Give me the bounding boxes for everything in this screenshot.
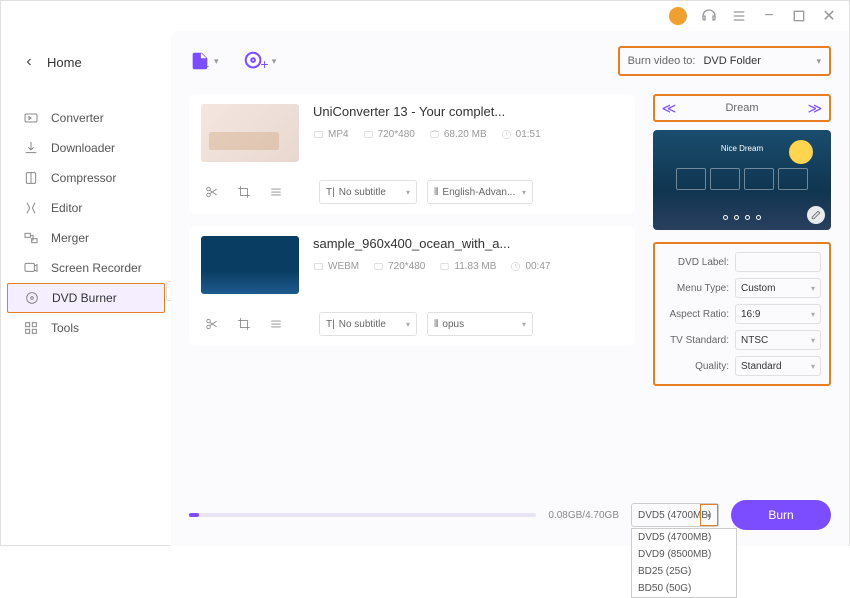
right-panel: ≪ Dream ≫ Nice Dream DVD Label: Menu Typ… <box>653 94 831 386</box>
svg-text:+: + <box>203 61 209 72</box>
menu-icon[interactable] <box>731 8 747 24</box>
prev-template-button[interactable]: ≪ <box>661 100 677 116</box>
dvd-label-input[interactable] <box>735 252 821 272</box>
sun-icon <box>789 140 813 164</box>
support-icon[interactable] <box>701 8 717 24</box>
audio-select[interactable]: ⦀opus▾ <box>427 312 533 336</box>
audio-select[interactable]: ⦀English-Advan...▾ <box>427 180 533 204</box>
nav-dvd-burner[interactable]: DVD Burner <box>7 283 165 313</box>
nav-compressor[interactable]: Compressor <box>1 163 171 193</box>
video-thumbnail[interactable] <box>201 236 299 294</box>
video-meta: MP4 720*480 68.20 MB 01:51 <box>313 129 623 140</box>
minimize-button[interactable]: − <box>761 8 777 24</box>
nav-downloader[interactable]: Downloader <box>1 133 171 163</box>
disc-options-menu: DVD5 (4700MB) DVD9 (8500MB) BD25 (25G) B… <box>631 528 737 598</box>
menu-type-select[interactable]: Custom▾ <box>735 278 821 298</box>
nav-tools[interactable]: Tools <box>1 313 171 343</box>
trim-button[interactable] <box>201 313 223 335</box>
nav-editor[interactable]: Editor <box>1 193 171 223</box>
disc-type-select[interactable]: DVD5 (4700MB) ▾ DVD5 (4700MB) DVD9 (8500… <box>631 503 719 527</box>
progress-text: 0.08GB/4.70GB <box>548 510 619 521</box>
disc-option[interactable]: DVD5 (4700MB) <box>632 529 736 546</box>
toolbar: +▾ +▾ Burn video to: DVD Folder ▾ <box>189 46 831 76</box>
subtitle-select[interactable]: T|No subtitle▾ <box>319 180 417 204</box>
trim-button[interactable] <box>201 181 223 203</box>
dvd-settings: DVD Label: Menu Type:Custom▾ Aspect Rati… <box>653 242 831 386</box>
video-title: sample_960x400_ocean_with_a... <box>313 236 623 251</box>
user-avatar-icon[interactable] <box>669 7 687 25</box>
next-template-button[interactable]: ≫ <box>807 100 823 116</box>
home-label: Home <box>47 55 82 70</box>
video-meta: WEBM 720*480 11.83 MB 00:47 <box>313 261 623 272</box>
burn-button[interactable]: Burn <box>731 500 831 530</box>
burn-target-label: Burn video to: <box>628 55 696 67</box>
video-card: sample_960x400_ocean_with_a... WEBM 720*… <box>189 226 635 346</box>
bottom-bar: 0.08GB/4.70GB DVD5 (4700MB) ▾ DVD5 (4700… <box>189 500 831 530</box>
edit-template-button[interactable] <box>807 206 825 224</box>
disc-option[interactable]: DVD9 (8500MB) <box>632 546 736 563</box>
template-nav: ≪ Dream ≫ <box>653 94 831 122</box>
disc-option[interactable]: BD50 (50G) <box>632 580 736 597</box>
more-button[interactable] <box>265 313 287 335</box>
crop-button[interactable] <box>233 181 255 203</box>
disc-option[interactable]: BD25 (25G) <box>632 563 736 580</box>
video-list: UniConverter 13 - Your complet... MP4 72… <box>189 94 635 386</box>
tv-standard-select[interactable]: NTSC▾ <box>735 330 821 350</box>
quality-select[interactable]: Standard▾ <box>735 356 821 376</box>
main: +▾ +▾ Burn video to: DVD Folder ▾ UniCon… <box>171 31 849 546</box>
burn-target-value: DVD Folder <box>703 55 808 67</box>
close-button[interactable]: ✕ <box>821 8 837 24</box>
template-name: Dream <box>725 102 758 114</box>
more-button[interactable] <box>265 181 287 203</box>
nav-screen-recorder[interactable]: Screen Recorder <box>1 253 171 283</box>
video-title: UniConverter 13 - Your complet... <box>313 104 623 119</box>
titlebar: − ✕ <box>1 1 849 31</box>
nav: Converter Downloader Compressor Editor M… <box>1 103 171 343</box>
chevron-down-icon: ▾ <box>816 56 821 67</box>
template-preview[interactable]: Nice Dream <box>653 130 831 230</box>
maximize-button[interactable] <box>791 8 807 24</box>
add-disc-button[interactable]: +▾ <box>243 50 277 72</box>
nav-converter[interactable]: Converter <box>1 103 171 133</box>
sidebar: Home Converter Downloader Compressor Edi… <box>1 31 171 546</box>
subtitle-select[interactable]: T|No subtitle▾ <box>319 312 417 336</box>
aspect-ratio-select[interactable]: 16:9▾ <box>735 304 821 324</box>
add-file-button[interactable]: +▾ <box>189 50 219 72</box>
crop-button[interactable] <box>233 313 255 335</box>
burn-target-select[interactable]: Burn video to: DVD Folder ▾ <box>618 46 831 76</box>
chevron-down-icon[interactable]: ▾ <box>700 504 718 526</box>
video-thumbnail[interactable] <box>201 104 299 162</box>
video-card: UniConverter 13 - Your complet... MP4 72… <box>189 94 635 214</box>
home-button[interactable]: Home <box>1 46 171 78</box>
nav-merger[interactable]: Merger <box>1 223 171 253</box>
progress-bar <box>189 513 536 517</box>
preview-title: Nice Dream <box>721 144 763 153</box>
